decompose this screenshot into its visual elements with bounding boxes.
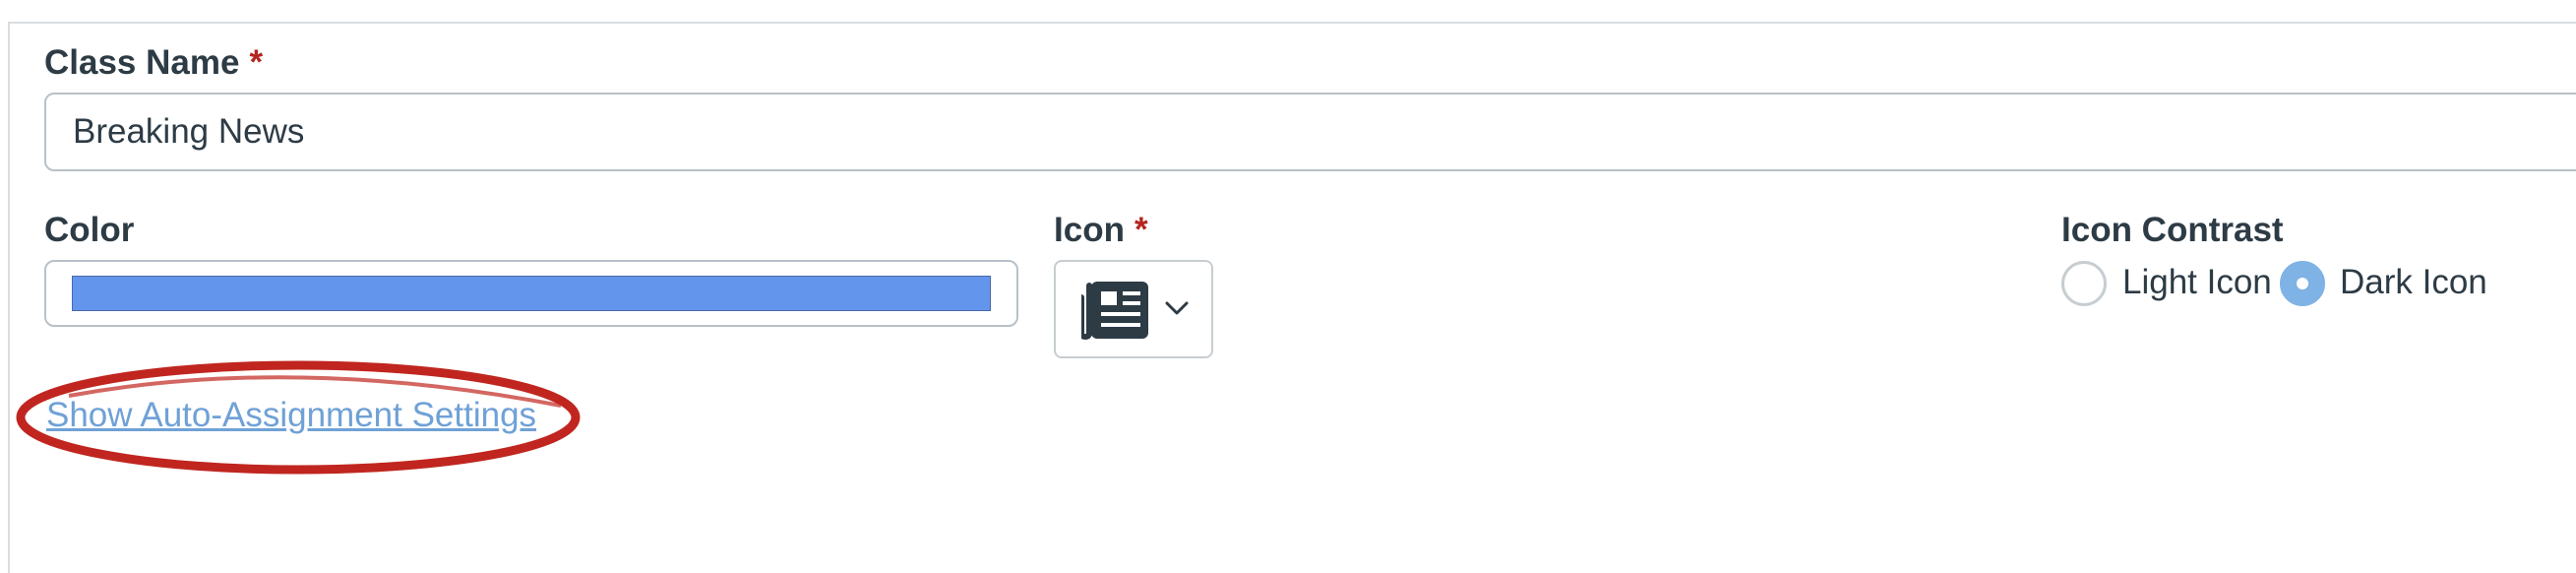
icon-label: Icon * <box>1054 211 1148 250</box>
class-name-label-text: Class Name <box>44 43 240 82</box>
required-marker: * <box>1134 211 1148 249</box>
light-icon-radio[interactable] <box>2061 261 2107 306</box>
icon-contrast-label: Icon Contrast <box>2061 211 2284 249</box>
color-picker-field[interactable] <box>44 260 1018 327</box>
icon-label-text: Icon <box>1054 211 1125 249</box>
color-label: Color <box>44 211 135 249</box>
icon-select-button[interactable] <box>1054 260 1213 358</box>
class-name-input[interactable]: Breaking News <box>44 93 2576 171</box>
required-marker: * <box>249 43 264 82</box>
newspaper-icon <box>1081 282 1148 341</box>
show-auto-assignment-settings-link[interactable]: Show Auto-Assignment Settings <box>46 396 536 435</box>
light-icon-label[interactable]: Light Icon <box>2122 263 2272 302</box>
dark-icon-label[interactable]: Dark Icon <box>2340 263 2487 302</box>
chevron-down-icon <box>1165 301 1189 315</box>
color-swatch[interactable] <box>72 276 991 311</box>
dark-icon-radio[interactable] <box>2280 261 2325 306</box>
class-name-label: Class Name * <box>44 43 263 83</box>
